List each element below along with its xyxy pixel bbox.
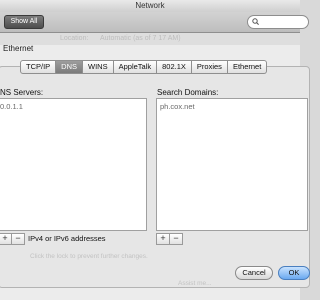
ipv-note: IPv4 or IPv6 addresses bbox=[28, 234, 106, 243]
dns-servers-list[interactable]: 0.0.1.1 bbox=[0, 98, 147, 231]
list-item[interactable]: ph.cox.net bbox=[160, 102, 195, 111]
dns-servers-label: NS Servers: bbox=[0, 88, 44, 97]
location-row: Location: Automatic (as of 7 17 AM) bbox=[0, 33, 300, 45]
ok-button[interactable]: OK bbox=[278, 266, 310, 280]
show-all-button[interactable]: Show All bbox=[4, 15, 44, 29]
tab-tcpip[interactable]: TCP/IP bbox=[20, 60, 57, 74]
search-domains-list[interactable]: ph.cox.net bbox=[156, 98, 308, 231]
list-item[interactable]: 0.0.1.1 bbox=[0, 102, 23, 111]
toolbar: Show All bbox=[0, 12, 309, 33]
tab-proxies[interactable]: Proxies bbox=[191, 60, 228, 74]
location-label: Location: bbox=[60, 35, 89, 42]
tab-wins[interactable]: WINS bbox=[83, 60, 114, 74]
tab-dns[interactable]: DNS bbox=[56, 60, 84, 74]
add-search-domain-button[interactable]: + bbox=[156, 233, 170, 245]
interface-name: Ethernet bbox=[3, 44, 34, 53]
preferences-window: Network Show All Location: Automatic (as… bbox=[0, 0, 310, 300]
cancel-button[interactable]: Cancel bbox=[235, 266, 273, 280]
lock-text: Click the lock to prevent further change… bbox=[30, 253, 148, 260]
search-field[interactable] bbox=[247, 15, 309, 29]
remove-dns-server-button[interactable]: − bbox=[11, 233, 25, 245]
tab-8021x[interactable]: 802.1X bbox=[157, 60, 192, 74]
search-domains-label: Search Domains: bbox=[157, 88, 219, 97]
assist-button[interactable]: Assist me... bbox=[178, 280, 212, 287]
location-value: Automatic (as of 7 17 AM) bbox=[100, 35, 181, 42]
tab-ethernet[interactable]: Ethernet bbox=[227, 60, 268, 74]
search-icon bbox=[252, 18, 259, 25]
remove-search-domain-button[interactable]: − bbox=[169, 233, 183, 245]
tab-bar: TCP/IP DNS WINS AppleTalk 802.1X Proxies… bbox=[20, 60, 268, 74]
tab-appletalk[interactable]: AppleTalk bbox=[113, 60, 158, 74]
window-title: Network bbox=[135, 1, 165, 10]
